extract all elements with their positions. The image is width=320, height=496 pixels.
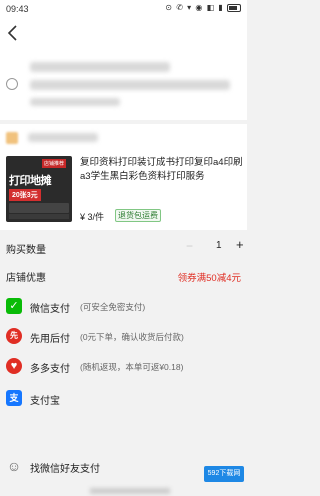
payment-name: 微信支付 bbox=[30, 304, 70, 315]
payment-option-alipay[interactable]: 支 支付宝 bbox=[0, 384, 247, 414]
back-arrow-icon[interactable] bbox=[6, 24, 20, 42]
payment-name: 先用后付 bbox=[30, 334, 70, 345]
duoduo-pay-icon: ♥ bbox=[6, 358, 22, 374]
payment-name: 支付宝 bbox=[30, 396, 60, 407]
quantity-label: 购买数量 bbox=[6, 245, 46, 256]
thumbnail-tag: 店铺推荐 bbox=[42, 159, 67, 168]
payment-name: 找微信好友支付 bbox=[30, 464, 100, 475]
shop-icon bbox=[6, 132, 18, 144]
return-shipping-badge: 退货包运费 bbox=[115, 209, 161, 222]
coupon-row[interactable]: 店铺优惠 领券满50减4元 bbox=[0, 262, 247, 288]
quantity-plus-button[interactable]: + bbox=[236, 237, 244, 252]
bottom-bar-blurred bbox=[90, 488, 170, 494]
battery-icon bbox=[227, 3, 241, 12]
header bbox=[0, 18, 247, 48]
status-icons: ⊙ ✆ ▾ ◉ ◧ ▮ bbox=[165, 3, 241, 12]
address-card[interactable] bbox=[0, 48, 247, 120]
coupon-value[interactable]: 领券满50减4元 bbox=[178, 270, 241, 284]
payment-option-pay-later[interactable]: 先 先用后付 (0元下单，确认收货后付款) bbox=[0, 322, 247, 352]
address-detail2-blurred bbox=[30, 98, 120, 106]
location-pin-icon bbox=[6, 78, 18, 90]
payment-name: 多多支付 bbox=[30, 364, 70, 375]
status-indicator-icons: ⊙ ✆ ▾ ◉ ◧ ▮ bbox=[165, 3, 224, 12]
payment-desc: (可安全免密支付) bbox=[80, 302, 146, 312]
product-card[interactable]: 店铺推荐 打印地摊 20张3元 复印资料打印装订成书打印复印a4印刷a3学生黑白… bbox=[0, 152, 247, 230]
alipay-icon: 支 bbox=[6, 390, 22, 406]
thumbnail-decoration bbox=[9, 203, 69, 213]
coupon-label: 店铺优惠 bbox=[6, 273, 46, 284]
quantity-row: 购买数量 − 1 + bbox=[0, 234, 247, 260]
thumbnail-decoration bbox=[9, 214, 69, 219]
quantity-minus-button[interactable]: − bbox=[186, 239, 193, 253]
payment-desc: (随机返现，本单可返¥0.18) bbox=[80, 362, 184, 372]
friend-pay-icon: ☺ bbox=[6, 458, 22, 474]
product-title: 复印资料打印装订成书打印复印a4印刷a3学生黑白彩色资料打印服务 bbox=[80, 157, 243, 182]
payment-option-wechat[interactable]: ✓ 微信支付 (可安全免密支付) bbox=[0, 292, 247, 322]
address-recipient-blurred bbox=[30, 62, 170, 72]
quantity-value[interactable]: 1 bbox=[216, 240, 222, 251]
product-price: ¥ 3/件 bbox=[80, 212, 105, 222]
status-time: 09:43 bbox=[6, 4, 29, 14]
payment-desc: (0元下单，确认收货后付款) bbox=[80, 332, 184, 342]
product-thumbnail[interactable]: 店铺推荐 打印地摊 20张3元 bbox=[6, 156, 72, 222]
shop-name-blurred bbox=[28, 133, 98, 142]
site-watermark: 592下载网 bbox=[204, 466, 244, 482]
thumbnail-price-tag: 20张3元 bbox=[9, 189, 41, 201]
status-bar: 09:43 ⊙ ✆ ▾ ◉ ◧ ▮ bbox=[0, 0, 247, 18]
wechat-pay-icon: ✓ bbox=[6, 298, 22, 314]
pay-later-icon: 先 bbox=[6, 328, 22, 344]
address-detail-blurred bbox=[30, 80, 230, 90]
shop-row[interactable] bbox=[0, 124, 247, 152]
thumbnail-title: 打印地摊 bbox=[9, 175, 52, 187]
payment-option-duoduo[interactable]: ♥ 多多支付 (随机返现，本单可返¥0.18) bbox=[0, 352, 247, 382]
